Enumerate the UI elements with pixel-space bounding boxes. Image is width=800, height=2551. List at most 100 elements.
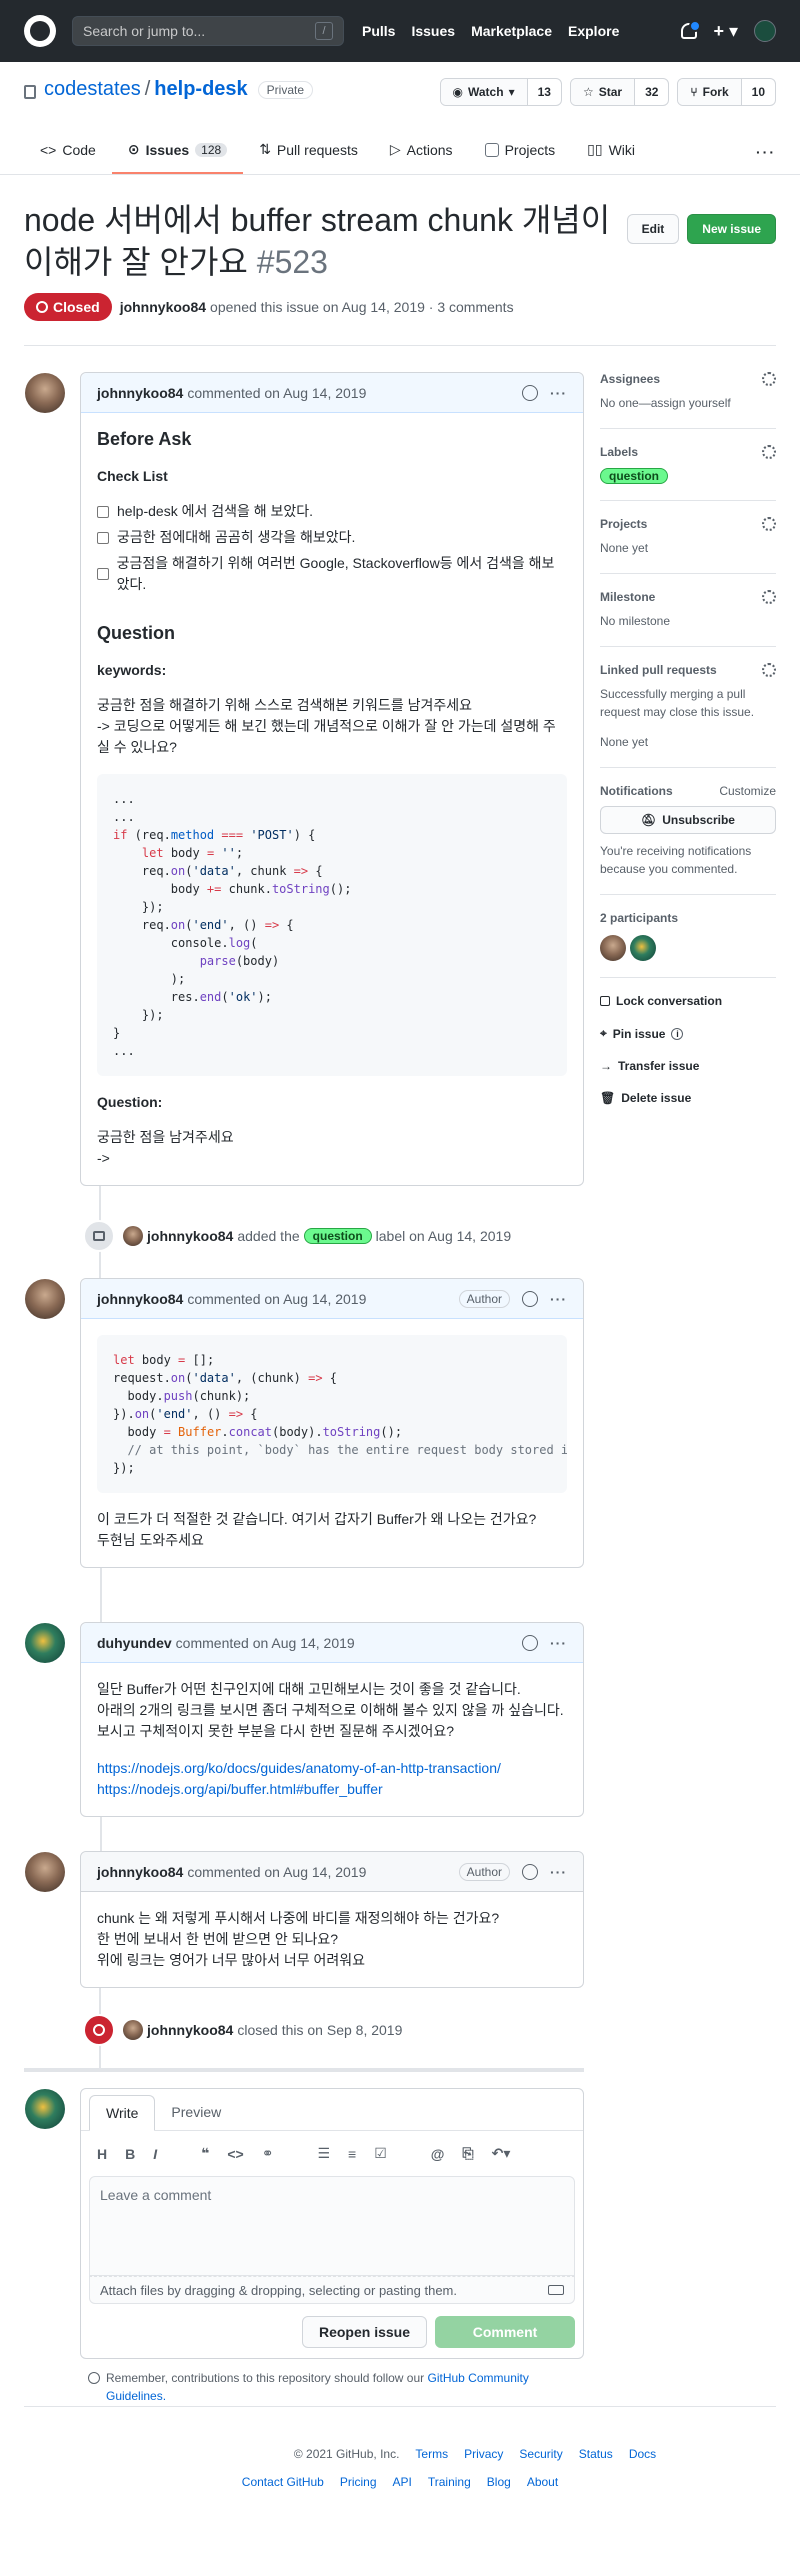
- gear-icon[interactable]: [762, 517, 776, 531]
- comment-button[interactable]: Comment: [435, 2316, 575, 2348]
- repo-name-link[interactable]: help-desk: [154, 78, 247, 101]
- plus-icon[interactable]: + ▾: [713, 21, 738, 42]
- repo-owner-link[interactable]: codestates: [44, 78, 141, 101]
- tab-write[interactable]: Write: [89, 2095, 156, 2131]
- tab-actions[interactable]: ▷ Actions: [374, 141, 469, 174]
- event-actor[interactable]: johnnykoo84: [147, 1228, 233, 1244]
- footer-link[interactable]: API: [393, 2475, 412, 2489]
- watch-button[interactable]: ◉ Watch ▾ 13: [439, 78, 562, 106]
- participant-avatar[interactable]: [630, 935, 656, 961]
- comment-meta[interactable]: commented on Aug 14, 2019: [187, 1864, 366, 1880]
- tab-projects[interactable]: Projects: [469, 142, 572, 174]
- avatar[interactable]: [123, 1226, 143, 1246]
- link-icon[interactable]: ⚭: [262, 2145, 274, 2162]
- heading-icon[interactable]: H: [97, 2146, 107, 2162]
- link-buffer[interactable]: https://nodejs.org/api/buffer.html#buffe…: [97, 1781, 383, 1797]
- markdown-icon[interactable]: [548, 2285, 564, 2295]
- avatar[interactable]: [25, 1623, 65, 1663]
- avatar[interactable]: [25, 1279, 65, 1319]
- quote-icon[interactable]: ❝: [201, 2145, 209, 2162]
- link-anatomy[interactable]: https://nodejs.org/ko/docs/guides/anatom…: [97, 1760, 501, 1776]
- smiley-icon[interactable]: [522, 384, 538, 401]
- footer-link[interactable]: Pricing: [340, 2475, 377, 2489]
- comment-author[interactable]: duhyundev: [97, 1635, 172, 1651]
- footer-link[interactable]: Security: [519, 2447, 562, 2461]
- gear-icon[interactable]: [762, 372, 776, 386]
- numbered-list-icon[interactable]: ≡: [348, 2146, 356, 2162]
- footer-link[interactable]: Blog: [487, 2475, 511, 2489]
- participant-avatar[interactable]: [600, 935, 626, 961]
- bullet-list-icon[interactable]: ☰: [317, 2145, 330, 2162]
- paragraph: 일단 Buffer가 어떤 친구인지에 대해 고민해보시는 것이 좋을 것 같습…: [97, 1681, 521, 1697]
- reopen-issue-button[interactable]: Reopen issue: [301, 2316, 427, 2348]
- attach-files-bar[interactable]: Attach files by dragging & dropping, sel…: [89, 2276, 575, 2304]
- question-label[interactable]: question: [600, 468, 668, 484]
- delete-issue[interactable]: 🗑︎ Delete issue: [600, 1091, 776, 1105]
- kebab-icon[interactable]: ···: [550, 1864, 567, 1880]
- comment-meta[interactable]: commented on Aug 14, 2019: [176, 1635, 355, 1651]
- bell-icon[interactable]: [681, 20, 702, 39]
- smiley-icon[interactable]: [522, 1290, 538, 1307]
- lock-conversation[interactable]: Lock conversation: [600, 994, 776, 1008]
- mention-icon[interactable]: @: [431, 2146, 445, 2162]
- search-input[interactable]: Search or jump to... /: [72, 16, 344, 46]
- nav-marketplace[interactable]: Marketplace: [471, 23, 552, 39]
- projects-value: None yet: [600, 541, 649, 555]
- reply-icon[interactable]: ↶▾: [492, 2145, 511, 2162]
- more-icon[interactable]: ···: [756, 144, 776, 174]
- fork-button[interactable]: ⑂ Fork 10: [677, 78, 776, 106]
- gear-icon[interactable]: [762, 590, 776, 604]
- comment-author[interactable]: johnnykoo84: [97, 385, 183, 401]
- footer-link[interactable]: Status: [579, 2447, 613, 2461]
- comment-meta[interactable]: commented on Aug 14, 2019: [187, 1291, 366, 1307]
- new-issue-button[interactable]: New issue: [687, 214, 776, 244]
- assignees-value[interactable]: No one—assign yourself: [600, 394, 776, 412]
- avatar[interactable]: [25, 1852, 65, 1892]
- italic-icon[interactable]: I: [153, 2146, 157, 2162]
- customize-link[interactable]: Customize: [719, 784, 776, 798]
- footer-link[interactable]: Privacy: [464, 2447, 503, 2461]
- pin-issue[interactable]: ⌖ Pin issue i: [600, 1026, 776, 1041]
- tab-pull-requests[interactable]: ⇅ Pull requests: [243, 141, 374, 174]
- bold-icon[interactable]: B: [125, 2146, 135, 2162]
- edit-button[interactable]: Edit: [626, 214, 680, 244]
- task-list-icon[interactable]: ☑: [374, 2145, 387, 2162]
- cross-reference-icon[interactable]: ⎘: [462, 2145, 473, 2162]
- github-logo-icon[interactable]: [24, 15, 56, 47]
- gear-icon[interactable]: [762, 663, 776, 677]
- delete-label: Delete issue: [621, 1091, 692, 1105]
- book-icon: ▯▯: [587, 141, 603, 157]
- comment-author[interactable]: johnnykoo84: [97, 1291, 183, 1307]
- smiley-icon[interactable]: [522, 1634, 538, 1651]
- footer-link[interactable]: Docs: [629, 2447, 656, 2461]
- code-icon[interactable]: <>: [227, 2146, 243, 2162]
- transfer-issue[interactable]: → Transfer issue: [600, 1059, 776, 1073]
- unsubscribe-button[interactable]: 🔕︎ Unsubscribe: [600, 806, 776, 834]
- comment-textarea[interactable]: Leave a comment: [89, 2176, 575, 2276]
- kebab-icon[interactable]: ···: [550, 1635, 567, 1651]
- nav-issues[interactable]: Issues: [411, 23, 455, 39]
- user-avatar[interactable]: [754, 20, 776, 42]
- comment-author[interactable]: johnnykoo84: [97, 1864, 183, 1880]
- avatar[interactable]: [25, 373, 65, 413]
- kebab-icon[interactable]: ···: [550, 1291, 567, 1307]
- star-button[interactable]: ☆ Star 32: [569, 78, 670, 106]
- gear-icon[interactable]: [762, 445, 776, 459]
- issue-author[interactable]: johnnykoo84: [120, 299, 206, 315]
- avatar[interactable]: [123, 2020, 143, 2040]
- tab-issues[interactable]: ⊙ Issues 128: [111, 141, 244, 174]
- event-actor[interactable]: johnnykoo84: [147, 2022, 233, 2038]
- kebab-icon[interactable]: ···: [550, 385, 567, 401]
- nav-pulls[interactable]: Pulls: [362, 23, 395, 39]
- footer-link[interactable]: About: [527, 2475, 558, 2489]
- tab-code[interactable]: <> Code: [24, 142, 112, 174]
- smiley-icon[interactable]: [522, 1863, 538, 1880]
- comment-meta[interactable]: commented on Aug 14, 2019: [187, 385, 366, 401]
- footer-link[interactable]: Terms: [415, 2447, 448, 2461]
- tab-preview[interactable]: Preview: [155, 2094, 237, 2130]
- footer-link[interactable]: Contact GitHub: [242, 2475, 324, 2489]
- nav-explore[interactable]: Explore: [568, 23, 619, 39]
- question-label[interactable]: question: [303, 1228, 372, 1244]
- footer-link[interactable]: Training: [428, 2475, 471, 2489]
- tab-wiki[interactable]: ▯▯ Wiki: [571, 141, 651, 174]
